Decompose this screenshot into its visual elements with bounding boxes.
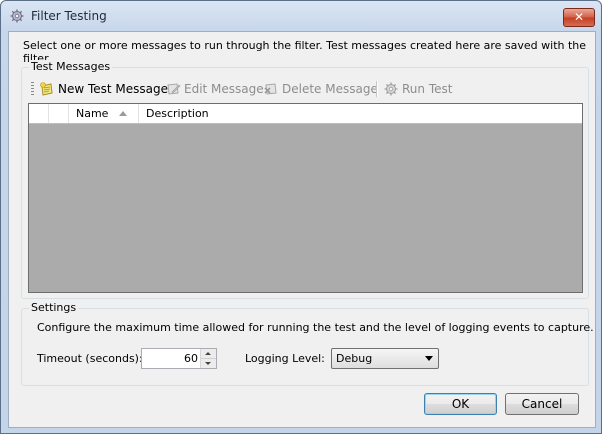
description-column-header[interactable]: Description [140, 104, 587, 123]
name-column-label: Name [76, 107, 109, 120]
delete-message-label: Delete Message [282, 82, 378, 96]
sort-ascending-icon [119, 111, 127, 116]
logging-level-label: Logging Level: [245, 352, 325, 365]
cancel-label: Cancel [521, 397, 563, 411]
spin-down-button[interactable] [201, 359, 216, 368]
cancel-button[interactable]: Cancel [505, 393, 579, 415]
arrow-down-icon [205, 362, 211, 365]
arrow-up-icon [205, 352, 211, 355]
row-header-cell [29, 104, 49, 123]
new-test-message-button[interactable]: New Test Message [39, 79, 168, 99]
gear-icon [10, 9, 24, 23]
ok-button[interactable]: OK [424, 393, 497, 415]
edit-message-button[interactable]: Edit Message [165, 79, 264, 99]
delete-icon [264, 83, 277, 95]
spin-up-button[interactable] [201, 349, 216, 359]
filter-testing-window: Filter Testing ✕ Select one or more mess… [0, 0, 602, 434]
new-test-message-label: New Test Message [58, 82, 169, 96]
dialog-body: Select one or more messages to run throu… [8, 31, 596, 428]
logging-level-select[interactable]: Debug [331, 348, 439, 369]
test-messages-group-label: Test Messages [29, 60, 113, 73]
logging-level-value: Debug [336, 352, 373, 365]
timeout-value[interactable]: 60 [184, 349, 198, 368]
edit-icon [167, 83, 181, 95]
settings-group [21, 308, 589, 386]
run-test-gear-icon [384, 82, 398, 96]
close-button[interactable]: ✕ [563, 8, 595, 27]
toolbar-separator [376, 81, 378, 97]
title-bar[interactable]: Filter Testing ✕ [1, 1, 601, 29]
timeout-label: Timeout (seconds): [37, 352, 143, 365]
run-test-label: Run Test [402, 82, 453, 96]
grid-header: Name Description [29, 104, 582, 124]
toolbar-grip[interactable] [31, 82, 34, 96]
window-title: Filter Testing [31, 9, 107, 23]
description-column-label: Description [146, 107, 209, 120]
delete-message-button[interactable]: Delete Message [263, 79, 378, 99]
new-message-icon [40, 82, 53, 96]
run-test-button[interactable]: Run Test [383, 79, 452, 99]
checkbox-column-header[interactable] [49, 104, 69, 123]
close-icon: ✕ [573, 10, 585, 24]
settings-description: Configure the maximum time allowed for r… [37, 321, 594, 334]
edit-message-label: Edit Message [184, 82, 264, 96]
timeout-stepper[interactable]: 60 [141, 348, 217, 369]
chevron-down-icon [425, 356, 433, 361]
spin-buttons [200, 349, 216, 368]
name-column-header[interactable]: Name [69, 104, 139, 123]
settings-group-label: Settings [29, 301, 79, 314]
ok-label: OK [451, 397, 470, 411]
test-messages-grid[interactable]: Name Description [28, 103, 583, 293]
test-messages-toolbar: New Test Message Edit Message Delete Mes… [31, 79, 581, 99]
